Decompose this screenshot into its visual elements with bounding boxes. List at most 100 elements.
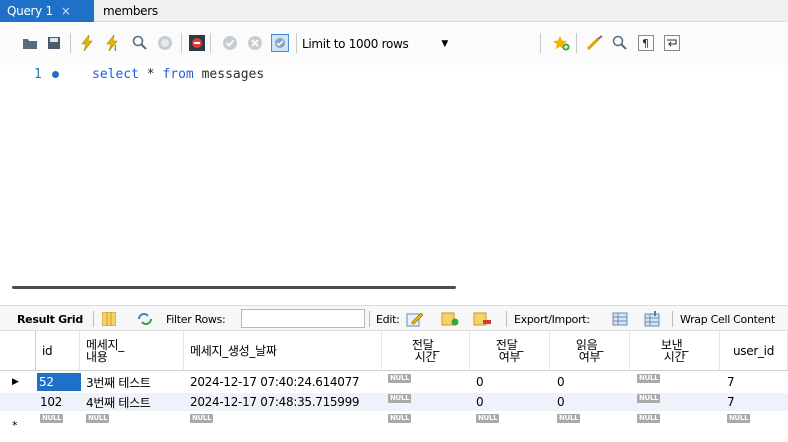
tab-label: members — [103, 4, 158, 18]
export-import-label: Export/Import: — [514, 312, 590, 326]
filter-rows-label: Filter Rows: — [166, 312, 226, 326]
cell-delivery-time[interactable]: NULL — [388, 393, 412, 411]
column-header-delivery-time[interactable]: 전달_ 시간 — [382, 331, 470, 371]
find-icon[interactable] — [610, 33, 630, 53]
table-row-new[interactable]: * NULL NULL NULL NULL NULL NULL NULL NUL… — [0, 413, 788, 432]
horizontal-scrollbar[interactable] — [12, 286, 456, 289]
column-header-read[interactable]: 읽음_ 여부 — [550, 331, 630, 371]
export-icon[interactable] — [611, 310, 629, 328]
edit-row-icon[interactable] — [406, 310, 424, 328]
cell-content[interactable]: 3번째 테스트 — [86, 373, 151, 391]
cell-delivered[interactable]: NULL — [476, 413, 500, 431]
cell-user-id[interactable]: NULL — [727, 413, 751, 431]
toolbar-separator — [296, 33, 297, 53]
cell-id[interactable]: 102 — [40, 393, 62, 411]
null-badge: NULL — [727, 414, 751, 423]
import-icon[interactable] — [643, 310, 661, 328]
column-header-label: 여부 — [578, 349, 601, 364]
explain-icon[interactable] — [130, 33, 150, 53]
autocommit-icon[interactable] — [270, 33, 290, 53]
column-header-delivered[interactable]: 전달_ 여부 — [470, 331, 550, 371]
column-header-message-content[interactable]: 메세지_ 내용 — [80, 331, 184, 371]
column-header-sent-time[interactable]: 보낸_ 시간 — [630, 331, 720, 371]
cell-delivery-time[interactable]: NULL — [388, 373, 412, 391]
cell-read[interactable]: NULL — [557, 413, 581, 431]
column-header-id[interactable]: id — [36, 331, 80, 371]
column-header-label: 여부 — [498, 349, 521, 364]
sql-code-line[interactable]: select * from messages — [92, 67, 264, 82]
cell-created[interactable]: 2024-12-17 07:40:24.614077 — [190, 373, 360, 391]
tab-query-1[interactable]: Query 1 × — [0, 0, 94, 22]
result-grid[interactable]: id 메세지_ 내용 메세지_생성_날짜 전달_ 시간 전달_ 여부 읽음_ 여… — [0, 331, 788, 442]
sql-editor[interactable]: 1 select * from messages — [0, 65, 788, 277]
sql-table-name: messages — [193, 67, 265, 82]
add-bookmark-icon[interactable] — [551, 33, 571, 53]
table-row[interactable]: 102 4번째 테스트 2024-12-17 07:48:35.715999 N… — [0, 393, 788, 411]
execute-current-icon[interactable]: I — [103, 33, 123, 53]
open-folder-icon[interactable] — [20, 33, 40, 53]
wrap-cell-content-label[interactable]: Wrap Cell Content — [680, 311, 775, 327]
cell-sent-time[interactable]: NULL — [637, 373, 661, 391]
null-badge: NULL — [637, 414, 661, 423]
save-icon[interactable] — [44, 33, 64, 53]
toolbar-separator — [181, 33, 182, 53]
chevron-down-icon: ▼ — [441, 39, 448, 49]
column-header-message-created[interactable]: 메세지_생성_날짜 — [184, 331, 382, 371]
cell-id[interactable]: NULL — [40, 413, 64, 431]
row-header-corner — [0, 331, 36, 371]
cell-read[interactable]: 0 — [557, 393, 565, 411]
beautify-icon[interactable] — [585, 33, 605, 53]
statement-marker-icon — [52, 71, 59, 78]
column-header-label: 읽음_ — [575, 337, 604, 352]
toolbar-separator — [540, 33, 541, 53]
limit-rows-select[interactable]: Limit to 1000 rows ▼ — [302, 34, 452, 54]
cell-created[interactable]: 2024-12-17 07:48:35.715999 — [190, 393, 360, 411]
cell-read[interactable]: 0 — [557, 373, 565, 391]
delete-row-icon[interactable] — [473, 310, 491, 328]
column-header-label: 시간 — [414, 349, 437, 364]
cell-id[interactable]: 52 — [37, 373, 81, 391]
execute-icon[interactable] — [77, 33, 97, 53]
refresh-icon[interactable] — [136, 310, 154, 328]
table-row[interactable]: ▶ 52 3번째 테스트 2024-12-17 07:40:24.614077 … — [0, 373, 788, 391]
rollback-icon[interactable] — [245, 33, 265, 53]
toolbar-separator — [576, 33, 577, 53]
cell-content[interactable]: NULL — [86, 413, 110, 431]
stop-icon[interactable] — [155, 33, 175, 53]
invisible-chars-icon[interactable]: ¶ — [636, 33, 656, 53]
column-header-label: id — [42, 343, 53, 358]
toggle-error-icon[interactable] — [187, 33, 207, 53]
insert-row-icon[interactable] — [441, 310, 459, 328]
cell-sent-time[interactable]: NULL — [637, 393, 661, 411]
column-header-label: 전달_ — [411, 337, 440, 352]
column-header-label: 메세지_생성_날짜 — [190, 343, 277, 358]
cell-content[interactable]: 4번째 테스트 — [86, 393, 151, 411]
tab-label: Query 1 — [7, 4, 53, 18]
null-badge: NULL — [637, 374, 661, 383]
close-tab-icon[interactable]: × — [61, 4, 71, 18]
cell-delivered[interactable]: 0 — [476, 393, 484, 411]
sql-keyword: from — [162, 67, 194, 82]
column-header-label: 시간 — [663, 349, 686, 364]
grid-layout-icon[interactable] — [100, 310, 118, 328]
tab-bar: Query 1 × members — [0, 0, 788, 22]
tab-members[interactable]: members — [96, 0, 165, 22]
commit-icon[interactable] — [220, 33, 240, 53]
cell-delivery-time[interactable]: NULL — [388, 413, 412, 431]
result-grid-label[interactable]: Result Grid — [17, 311, 83, 327]
null-badge: NULL — [190, 414, 214, 423]
null-badge: NULL — [476, 414, 500, 423]
cell-created[interactable]: NULL — [190, 413, 214, 431]
sql-editor-toolbar: I Limit to 1000 rows ▼ ¶ — [0, 23, 788, 65]
filter-rows-input[interactable] — [241, 309, 365, 328]
cell-user-id[interactable]: 7 — [727, 373, 735, 391]
cell-user-id[interactable]: 7 — [727, 393, 735, 411]
cell-sent-time[interactable]: NULL — [637, 413, 661, 431]
cell-delivered[interactable]: 0 — [476, 373, 484, 391]
wrap-icon[interactable] — [662, 33, 682, 53]
toolbar-separator — [210, 33, 211, 53]
column-header-label: 보낸_ — [660, 337, 689, 352]
sql-keyword: select — [92, 67, 139, 82]
null-badge: NULL — [388, 414, 412, 423]
column-header-user-id[interactable]: user_id — [720, 331, 788, 371]
